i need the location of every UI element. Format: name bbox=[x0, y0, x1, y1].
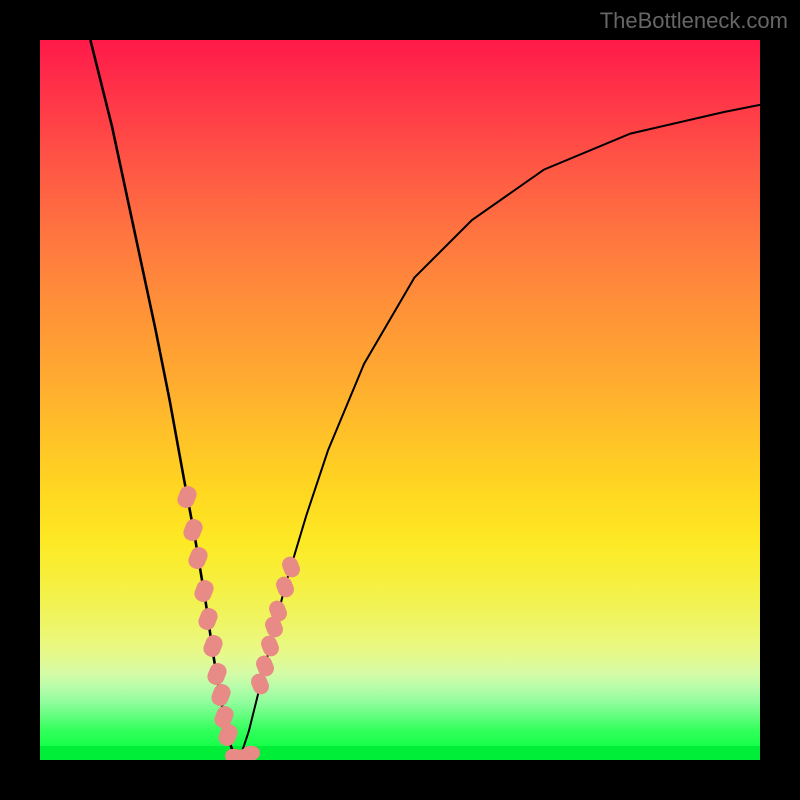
bottleneck-curve bbox=[40, 40, 760, 760]
bead-mark bbox=[242, 746, 260, 760]
plot-area bbox=[40, 40, 760, 760]
watermark-text: TheBottleneck.com bbox=[600, 8, 788, 34]
